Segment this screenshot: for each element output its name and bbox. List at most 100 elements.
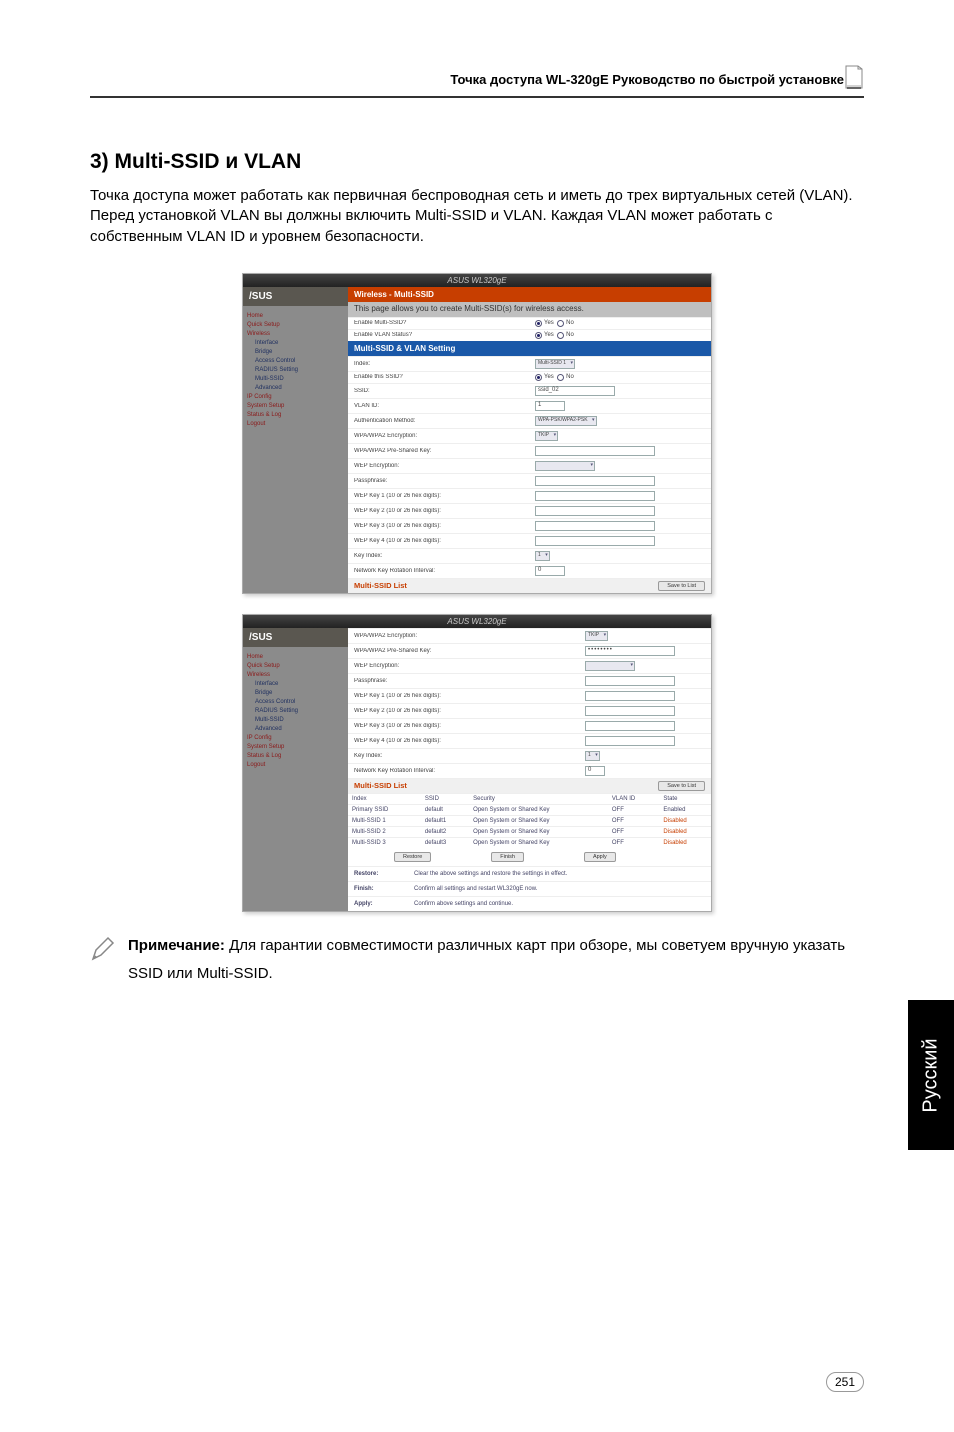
select-auth[interactable]: WPA-PSK/WPA2-PSK — [535, 416, 597, 426]
input-wpa-psk[interactable]: •••••••• — [585, 646, 675, 656]
input-wpa-psk[interactable] — [535, 446, 655, 456]
input-rekey[interactable]: 0 — [535, 566, 565, 576]
nav-interface[interactable]: Interface — [247, 339, 344, 348]
input-ssid[interactable]: ssid_02 — [535, 386, 615, 396]
input-wep2[interactable] — [585, 706, 675, 716]
input-wep3[interactable] — [535, 521, 655, 531]
radio-yes[interactable] — [535, 320, 542, 327]
nav-home[interactable]: Home — [247, 312, 344, 321]
doc-header: Точка доступа WL-320gE Руководство по бы… — [450, 72, 844, 87]
select-index[interactable]: Multi-SSID 1 — [535, 359, 575, 369]
nav-wireless[interactable]: Wireless — [247, 330, 344, 339]
nav-access-control[interactable]: Access Control — [247, 357, 344, 366]
label-wpa-psk: WPA/WPA2 Pre-Shared Key: — [354, 448, 535, 454]
nav-radius[interactable]: RADIUS Setting — [247, 707, 344, 716]
label-ssid: SSID: — [354, 388, 535, 394]
note-text: Примечание: Для гарантии совместимости р… — [128, 932, 864, 989]
input-passphrase[interactable] — [585, 676, 675, 686]
nav-ip-config[interactable]: IP Config — [247, 734, 344, 743]
nav-logout[interactable]: Logout — [247, 761, 344, 770]
table-row[interactable]: Multi-SSID 1default1Open System or Share… — [348, 815, 711, 826]
save-to-list-button[interactable]: Save to List — [658, 581, 705, 591]
nav-status-log[interactable]: Status & Log — [247, 752, 344, 761]
input-wep1[interactable] — [585, 691, 675, 701]
note-body: Для гарантии совместимости различных кар… — [128, 937, 845, 983]
select-wep-enc[interactable] — [535, 461, 595, 471]
label-enable-this-ssid: Enable this SSID? — [354, 374, 535, 380]
nav-access-control[interactable]: Access Control — [247, 698, 344, 707]
nav-quick-setup[interactable]: Quick Setup — [247, 321, 344, 330]
nav-multi-ssid[interactable]: Multi-SSID — [247, 716, 344, 725]
nav-system-setup[interactable]: System Setup — [247, 743, 344, 752]
select-wpa-enc[interactable]: TKIP — [585, 631, 608, 641]
radio-yes[interactable] — [535, 374, 542, 381]
label-wep3: WEP Key 3 (10 or 26 hex digits): — [354, 523, 535, 529]
nav-logout[interactable]: Logout — [247, 420, 344, 429]
nav-system-setup[interactable]: System Setup — [247, 402, 344, 411]
select-wep-enc[interactable] — [585, 661, 635, 671]
nav-home[interactable]: Home — [247, 653, 344, 662]
radio-yes[interactable] — [535, 332, 542, 339]
input-wep1[interactable] — [535, 491, 655, 501]
label-wep2: WEP Key 2 (10 or 26 hex digits): — [354, 508, 535, 514]
nav-menu: Home Quick Setup Wireless Interface Brid… — [243, 306, 348, 435]
label-wep3: WEP Key 3 (10 or 26 hex digits): — [354, 723, 585, 729]
nav-ip-config[interactable]: IP Config — [247, 393, 344, 402]
label-wpa-enc: WPA/WPA2 Encryption: — [354, 433, 535, 439]
finish-button[interactable]: Finish — [491, 852, 524, 862]
nav-advanced[interactable]: Advanced — [247, 384, 344, 393]
input-passphrase[interactable] — [535, 476, 655, 486]
col-security: Security — [469, 793, 608, 804]
label-wep-enc: WEP Encryption: — [354, 463, 535, 469]
label-key-index: Key Index: — [354, 753, 585, 759]
label-wep4: WEP Key 4 (10 or 26 hex digits): — [354, 738, 585, 744]
label-yes: Yes — [544, 374, 554, 380]
nav-wireless[interactable]: Wireless — [247, 671, 344, 680]
label-key-index: Key Index: — [354, 553, 535, 559]
save-to-list-button[interactable]: Save to List — [658, 781, 705, 791]
select-key-index[interactable]: 1 — [585, 751, 600, 761]
table-row[interactable]: Multi-SSID 3default3Open System or Share… — [348, 837, 711, 848]
desc-restore: Clear the above settings and restore the… — [408, 866, 711, 881]
language-tab: Русский — [908, 1000, 954, 1150]
nav-advanced[interactable]: Advanced — [247, 725, 344, 734]
label-rekey: Network Key Rotation Interval: — [354, 568, 535, 574]
nav-quick-setup[interactable]: Quick Setup — [247, 662, 344, 671]
window-title: ASUS WL320gE — [243, 274, 711, 287]
nav-bridge[interactable]: Bridge — [247, 689, 344, 698]
label-enable-vlan: Enable VLAN Status? — [354, 332, 535, 338]
note-label: Примечание: — [128, 937, 225, 954]
input-wep3[interactable] — [585, 721, 675, 731]
label-wpa-enc: WPA/WPA2 Encryption: — [354, 633, 585, 639]
nav-interface[interactable]: Interface — [247, 680, 344, 689]
restore-button[interactable]: Restore — [394, 852, 431, 862]
nav-menu: Home Quick Setup Wireless Interface Brid… — [243, 647, 348, 776]
nav-multi-ssid[interactable]: Multi-SSID — [247, 375, 344, 384]
input-wep4[interactable] — [585, 736, 675, 746]
radio-no[interactable] — [557, 374, 564, 381]
label-wep4: WEP Key 4 (10 or 26 hex digits): — [354, 538, 535, 544]
list-title: Multi-SSID List — [354, 781, 585, 790]
col-ssid: SSID — [421, 793, 469, 804]
nav-status-log[interactable]: Status & Log — [247, 411, 344, 420]
input-rekey[interactable]: 0 — [585, 766, 605, 776]
select-wpa-enc[interactable]: TKIP — [535, 431, 558, 441]
label-yes: Yes — [544, 332, 554, 338]
apply-button[interactable]: Apply — [584, 852, 616, 862]
radio-no[interactable] — [557, 332, 564, 339]
table-row[interactable]: Primary SSIDdefaultOpen System or Shared… — [348, 804, 711, 815]
radio-no[interactable] — [557, 320, 564, 327]
desc-apply: Confirm above settings and continue. — [408, 896, 711, 911]
input-wep2[interactable] — [535, 506, 655, 516]
page-number: 251 — [826, 1372, 864, 1392]
nav-bridge[interactable]: Bridge — [247, 348, 344, 357]
list-title: Multi-SSID List — [354, 581, 535, 590]
col-vlan: VLAN ID — [608, 793, 660, 804]
table-row[interactable]: Multi-SSID 2default2Open System or Share… — [348, 826, 711, 837]
nav-radius[interactable]: RADIUS Setting — [247, 366, 344, 375]
select-key-index[interactable]: 1 — [535, 551, 550, 561]
section-intro: Точка доступа может работать как первичн… — [90, 186, 864, 247]
input-wep4[interactable] — [535, 536, 655, 546]
input-vlan-id[interactable]: 1 — [535, 401, 565, 411]
screenshot-top: ASUS WL320gE /SUS Home Quick Setup Wirel… — [242, 273, 712, 594]
